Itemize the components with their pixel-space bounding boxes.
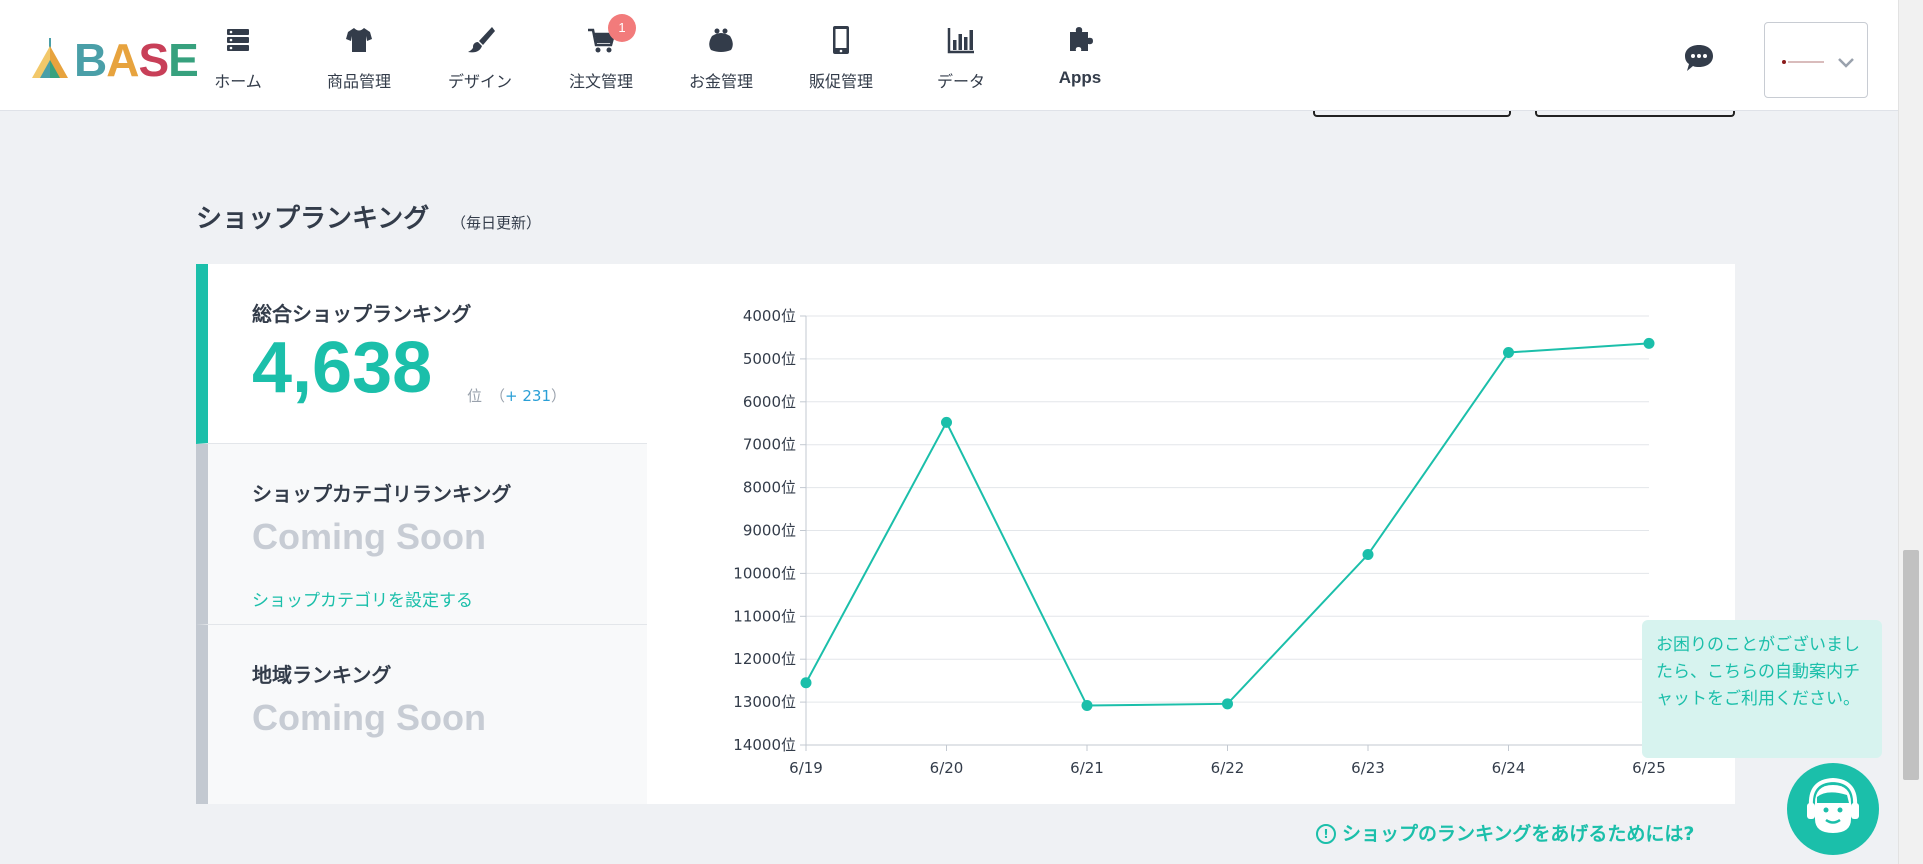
y-tick-label: 10000位 — [733, 564, 796, 582]
x-tick-label: 6/23 — [1351, 759, 1385, 777]
nav-item-promotion[interactable]: 販促管理 — [786, 24, 896, 96]
page-scrollbar[interactable] — [1898, 0, 1923, 864]
data-point — [1503, 346, 1514, 358]
data-point — [1643, 337, 1655, 349]
x-tick-label: 6/21 — [1070, 759, 1104, 777]
help-chat-bubble[interactable]: お困りのことがございましたら、こちらの自動案内チャットをご利用ください。 — [1642, 620, 1882, 758]
bar-chart-icon — [947, 28, 974, 54]
order-count-badge: 1 — [608, 14, 636, 42]
tab-title: 総合ショップランキング — [252, 302, 472, 326]
base-logo[interactable]: BASE — [28, 34, 199, 86]
nav-item-money[interactable]: お金管理 — [666, 24, 776, 96]
nav-item-orders[interactable]: 1 注文管理 — [546, 14, 656, 96]
y-tick-label: 14000位 — [733, 736, 796, 754]
nav-item-data[interactable]: データ — [906, 24, 1016, 96]
tab-category-ranking[interactable]: ショップカテゴリランキング Coming Soon ショップカテゴリを設定する — [196, 444, 647, 625]
coming-soon-label: Coming Soon — [252, 697, 486, 738]
rank-delta-value: + 231 — [505, 387, 551, 405]
data-point — [1081, 700, 1093, 712]
nav-label: Apps — [1058, 68, 1102, 87]
help-chat-button[interactable] — [1787, 763, 1879, 855]
tab-region-ranking[interactable]: 地域ランキング Coming Soon — [196, 625, 647, 804]
set-category-link[interactable]: ショップカテゴリを設定する — [252, 586, 473, 611]
top-navigation-bar: BASE ホーム 商品管理 デザイン 1 注文管理 お金管理 販促管理 データ … — [0, 0, 1898, 111]
overall-rank-value: 4,638 — [252, 328, 433, 408]
tab-title: 地域ランキング — [252, 663, 392, 687]
y-tick-label: 6000位 — [743, 393, 796, 411]
support-agent-icon — [1807, 777, 1859, 833]
tshirt-icon — [346, 28, 372, 52]
y-tick-label: 7000位 — [743, 436, 796, 454]
tent-logo-icon — [32, 38, 68, 78]
scrollbar-thumb[interactable] — [1903, 550, 1919, 780]
x-tick-label: 6/19 — [789, 759, 823, 777]
data-point — [1222, 698, 1233, 710]
smartphone-icon — [833, 26, 849, 54]
nav-item-apps[interactable]: Apps — [1025, 24, 1135, 96]
x-tick-label: 6/22 — [1211, 759, 1245, 777]
logo-wordmark: BASE — [74, 34, 199, 86]
y-tick-label: 13000位 — [733, 693, 796, 711]
nav-item-products[interactable]: 商品管理 — [304, 24, 414, 96]
rank-delta: （+ 231） — [490, 387, 566, 405]
shop-switcher-dropdown[interactable] — [1764, 22, 1868, 98]
nav-item-home[interactable]: ホーム — [183, 24, 293, 96]
nav-label: 注文管理 — [568, 72, 633, 91]
section-subtitle: （毎日更新） — [451, 214, 542, 232]
puzzle-icon — [1070, 27, 1093, 51]
x-tick-label: 6/25 — [1632, 759, 1666, 777]
nav-label: 商品管理 — [326, 72, 391, 91]
series-line — [805, 342, 1650, 707]
server-icon — [227, 29, 249, 51]
coming-soon-label: Coming Soon — [252, 516, 486, 557]
x-tick-label: 6/24 — [1492, 759, 1526, 777]
tab-overall-ranking[interactable]: 総合ショップランキング 4,638 位 （+ 231） — [196, 264, 647, 444]
nav-item-design[interactable]: デザイン — [425, 24, 535, 96]
nav-label: ホーム — [214, 72, 262, 91]
tab-title: ショップカテゴリランキング — [252, 482, 512, 506]
data-point — [941, 416, 952, 428]
hidden-button-edge — [1535, 111, 1735, 117]
purse-icon — [709, 28, 733, 52]
tips-link-text: ショップのランキングをあげるためには? — [1342, 823, 1695, 845]
y-tick-label: 5000位 — [743, 350, 796, 368]
ranking-tips-link[interactable]: ! ショップのランキングをあげるためには? — [1316, 819, 1694, 846]
data-point — [800, 677, 812, 689]
info-icon: ! — [1316, 824, 1336, 844]
y-tick-label: 12000位 — [733, 650, 796, 668]
x-tick-label: 6/20 — [930, 759, 964, 777]
y-tick-label: 11000位 — [733, 607, 796, 625]
y-tick-label: 4000位 — [743, 307, 796, 325]
nav-label: 販促管理 — [808, 72, 873, 91]
shop-logo-thumbnail — [1782, 60, 1824, 64]
ranking-line-chart: 4000位 5000位 6000位 7000位 8000位 9000位 10000位 1100… — [733, 307, 1666, 777]
nav-label: データ — [936, 72, 985, 91]
y-tick-label: 8000位 — [743, 479, 796, 497]
section-title: ショップランキング — [196, 204, 430, 234]
nav-label: デザイン — [447, 72, 512, 91]
hidden-button-edge — [1313, 111, 1511, 117]
rank-unit: 位 — [467, 387, 483, 405]
data-point — [1362, 549, 1374, 561]
paintbrush-icon — [468, 27, 495, 53]
y-tick-label: 9000位 — [743, 522, 796, 540]
chat-bubble-icon[interactable] — [1683, 43, 1715, 73]
nav-label: お金管理 — [688, 72, 753, 91]
chevron-down-icon — [1838, 58, 1854, 68]
